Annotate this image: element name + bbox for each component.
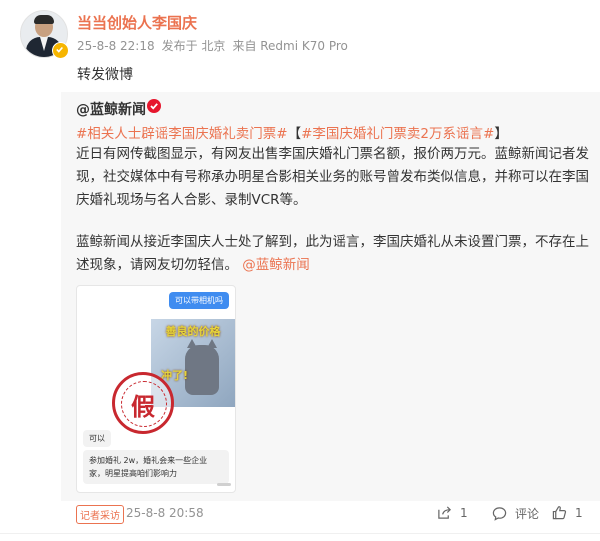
- topic-link[interactable]: #相关人士辟谣李国庆婚礼卖门票#: [76, 126, 288, 142]
- post-device: 来自 Redmi K70 Pro: [232, 39, 348, 53]
- original-time[interactable]: 25-8-8 20:58: [126, 506, 204, 520]
- post-paragraph: 近日有网传截图显示，有网友出售李国庆婚礼门票名额，报价两万元。蓝鲸新闻记者发现，…: [76, 146, 589, 208]
- topic-link[interactable]: #李国庆婚礼门票卖2万系谣言#: [301, 126, 494, 142]
- meme-caption-top: 善良的价格: [165, 325, 221, 338]
- chat-bubble-left: 可以: [83, 430, 111, 447]
- post-location: 发布于 北京: [161, 39, 226, 53]
- thumbs-up-icon: [552, 506, 567, 520]
- post-time[interactable]: 25-8-8 22:18: [77, 39, 155, 53]
- verified-badge-icon: [52, 42, 69, 59]
- original-post: @蓝鲸新闻 #相关人士辟谣李国庆婚礼卖门票#【#李国庆婚礼门票卖2万系谣言#】 …: [61, 92, 600, 524]
- post-meta: 25-8-8 22:18 发布于 北京 来自 Redmi K70 Pro: [77, 37, 355, 54]
- org-verified-icon: [147, 99, 161, 113]
- image-scroll-indicator: [217, 483, 231, 486]
- chat-bubble-right: 可以带相机吗: [169, 292, 229, 309]
- weibo-post-card: 当当创始人李国庆 25-8-8 22:18 发布于 北京 来自 Redmi K70 …: [0, 0, 600, 541]
- mention-link[interactable]: @蓝鲸新闻: [242, 257, 310, 273]
- share-button[interactable]: 1: [437, 505, 468, 520]
- fake-stamp-icon: 假: [112, 372, 174, 434]
- stamp-text: 假: [131, 393, 155, 421]
- original-author[interactable]: @蓝鲸新闻: [76, 99, 146, 119]
- post-paragraph: 蓝鲸新闻从接近李国庆人士处了解到，此为谣言，李国庆婚礼从未设置门票，不存在上述现…: [76, 231, 591, 277]
- like-button[interactable]: 1: [552, 505, 583, 520]
- share-count: 1: [460, 505, 468, 520]
- topic-line: #相关人士辟谣李国庆婚礼卖门票#【#李国庆婚礼门票卖2万系谣言#】: [76, 126, 508, 142]
- repost-text: 转发微博: [77, 67, 133, 83]
- author-name[interactable]: 当当创始人李国庆: [77, 12, 197, 33]
- post-paragraph-text: 蓝鲸新闻从接近李国庆人士处了解到，此为谣言，李国庆婚礼从未设置门票，不存在上述现…: [76, 234, 589, 273]
- source-tag[interactable]: 记者采访: [76, 505, 124, 524]
- comment-icon: [492, 507, 507, 521]
- comment-label: 评论: [515, 507, 540, 521]
- like-count: 1: [575, 505, 583, 520]
- post-image[interactable]: 可以带相机吗 善良的价格 冲了! 假 可以 参加婚礼 2w，婚礼会来一些企业家，…: [76, 285, 236, 493]
- comment-button[interactable]: 评论: [492, 505, 539, 522]
- divider: [0, 533, 600, 534]
- chat-bubble-left: 参加婚礼 2w，婚礼会来一些企业家，明星提高咱们影响力: [83, 450, 229, 484]
- share-icon: [438, 506, 451, 519]
